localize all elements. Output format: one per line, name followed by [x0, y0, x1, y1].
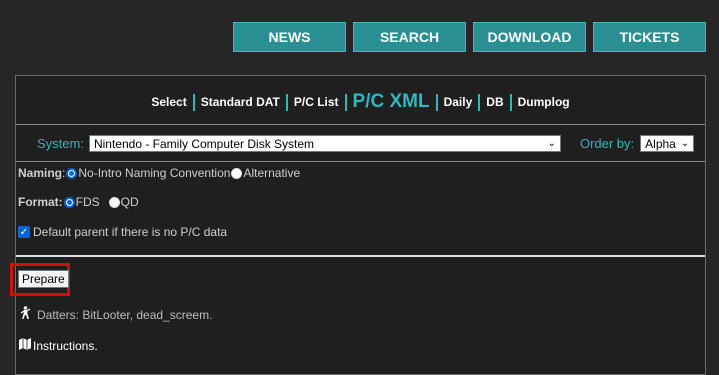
default-parent-label: Default parent if there is no P/C data [33, 225, 228, 239]
tab-db[interactable]: DB [480, 95, 509, 109]
order-by-select[interactable]: Alpha ⌄ [640, 135, 695, 152]
system-row: System: Nintendo - Family Computer Disk … [37, 135, 695, 152]
order-by-value: Alpha [645, 136, 676, 151]
person-icon [20, 306, 31, 323]
format-radio-qd[interactable] [108, 196, 120, 208]
tab-dumplog[interactable]: Dumplog [512, 95, 576, 109]
naming-radio-no-intro[interactable] [66, 167, 78, 179]
order-by-label: Order by: [579, 136, 635, 151]
tab-daily[interactable]: Daily [438, 95, 479, 109]
datters-line: Datters: BitLooter, dead_screem. [20, 306, 212, 323]
naming-label: Naming [18, 166, 63, 180]
format-option-qd: QD [120, 195, 139, 209]
naming-option-no-intro: No-Intro Naming Convention [78, 166, 231, 180]
naming-row: Naming: No-Intro Naming Convention Alter… [18, 166, 300, 180]
system-select-value: Nintendo - Family Computer Disk System [93, 136, 315, 151]
download-button[interactable]: DOWNLOAD [473, 22, 586, 52]
map-icon [19, 338, 31, 353]
naming-option-alternative: Alternative [243, 166, 301, 180]
dat-panel: Select Standard DAT P/C List P/C XML Dai… [10, 75, 706, 375]
naming-radio-alternative[interactable] [231, 167, 243, 179]
chevron-down-icon: ⌄ [680, 138, 690, 149]
chevron-down-icon: ⌄ [547, 138, 556, 149]
prepare-button[interactable]: Prepare [18, 270, 69, 288]
tickets-button[interactable]: TICKETS [593, 22, 706, 52]
default-parent-checkbox[interactable]: ✓ [18, 226, 30, 238]
tab-select[interactable]: Select [145, 95, 192, 109]
tab-pc-list[interactable]: P/C List [288, 95, 345, 109]
naming-colon: : [62, 166, 66, 180]
divider [16, 124, 705, 125]
news-button[interactable]: NEWS [233, 22, 346, 52]
search-button[interactable]: SEARCH [353, 22, 466, 52]
tab-pc-xml[interactable]: P/C XML [347, 91, 436, 113]
tab-standard-dat[interactable]: Standard DAT [195, 95, 286, 109]
format-row: Format: FDS QD [18, 195, 139, 209]
divider [16, 161, 705, 162]
instructions-period: . [94, 338, 98, 353]
system-select[interactable]: Nintendo - Family Computer Disk System ⌄ [88, 135, 561, 152]
instructions-link[interactable]: Instructions [33, 339, 94, 353]
format-option-fds: FDS [75, 195, 100, 209]
instructions-line: Instructions. [19, 338, 98, 353]
format-radio-fds[interactable] [63, 196, 75, 208]
default-parent-row: ✓ Default parent if there is no P/C data [18, 225, 227, 239]
divider [16, 255, 705, 257]
system-label: System: [37, 136, 84, 151]
top-navigation: NEWS SEARCH DOWNLOAD TICKETS [233, 22, 706, 52]
datters-text: Datters: BitLooter, dead_screem. [37, 307, 213, 322]
format-label: Format: [18, 195, 63, 209]
tab-bar: Select Standard DAT P/C List P/C XML Dai… [16, 91, 705, 113]
